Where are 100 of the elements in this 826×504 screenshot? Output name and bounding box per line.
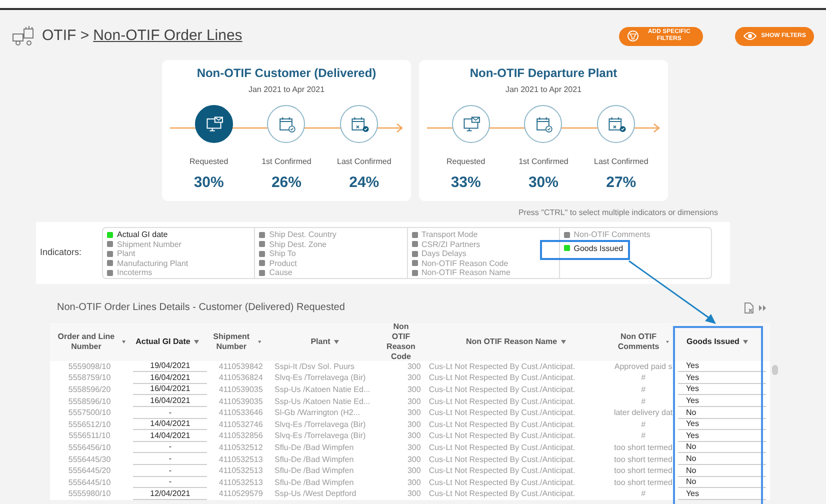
step-circle-button[interactable] — [195, 105, 234, 143]
indicator-option[interactable]: Shipment Number — [107, 240, 182, 249]
step-label: 1st Confirmed — [518, 156, 568, 168]
step-circle-button[interactable] — [524, 105, 562, 143]
table-cell-text: Sflu-De /Bad Wimpfen — [274, 478, 355, 488]
table-cell: Yes — [678, 372, 766, 384]
scrollbar[interactable] — [772, 365, 778, 375]
table-cell-text: Cus-Lt Not Respected By Cust./Anticipat. — [428, 408, 576, 418]
indicator-option[interactable]: Non-OTIF Reason Name — [412, 268, 510, 278]
table-cell: - — [133, 454, 208, 466]
step-circle-button[interactable] — [452, 105, 490, 143]
card-title: Non-OTIF Customer (Delivered) — [196, 65, 376, 82]
table-cell: 12/04/2021 — [133, 488, 208, 500]
indicator-option[interactable]: Actual GI date — [107, 230, 168, 240]
step-label: Requested — [189, 156, 228, 168]
table-cell: Yes — [678, 361, 766, 372]
step-circle-button[interactable] — [267, 105, 306, 143]
table-cell-text: # — [640, 431, 647, 442]
table-cell-text: 5559098/10 — [67, 362, 112, 372]
table-cell-text: 4110533646 — [218, 408, 264, 418]
table-cell-text: 5556445/30 — [67, 454, 112, 465]
step-circle-button[interactable] — [340, 105, 378, 143]
column-header[interactable]: Order and Line Number — [50, 332, 130, 352]
column-header[interactable]: Actual GI Date — [130, 337, 205, 347]
table-cell-text: too short termed — [613, 478, 674, 488]
table-cell-text: Slvq-Es /Torrelavega (Bir) — [274, 431, 367, 442]
table-title: Non-OTIF Order Lines Details - Customer (Delivered) Requested — [57, 301, 345, 315]
table-cell-text: # — [640, 396, 647, 407]
sort-caret-icon[interactable] — [743, 340, 748, 344]
table-cell-text: # — [640, 384, 647, 395]
indicator-option[interactable]: Plant — [107, 249, 136, 258]
table-cell-text: Slvq-Es /Torrelavega (Bir) — [274, 420, 367, 430]
table-cell-text: 4110532512 — [218, 442, 264, 453]
table-cell-text: Sl-Gb /Warrington (H2... — [274, 408, 362, 418]
column-header[interactable]: Non OTIF Reason Name — [421, 337, 611, 347]
step-label: Last Confirmed — [337, 156, 392, 168]
indicator-option[interactable]: Cause — [259, 268, 292, 278]
column-header[interactable]: Goods Issued — [673, 337, 762, 347]
sort-caret-icon[interactable] — [561, 340, 566, 344]
step-label: Last Confirmed — [594, 156, 648, 168]
table-cell: No — [678, 408, 766, 419]
step-percentage: 33% — [450, 173, 481, 193]
indicator-option[interactable]: Goods Issued — [564, 244, 624, 253]
breadcrumb-link[interactable]: Non-OTIF Order Lines — [93, 24, 242, 48]
step-label: Requested — [446, 156, 486, 168]
table-cell: - — [133, 442, 208, 454]
table-cell-text: too short termed — [613, 454, 674, 465]
excel-export-icon[interactable] — [743, 302, 755, 314]
table-cell-text: 4110529579 — [218, 489, 264, 500]
table-cell-text: too short termed — [613, 466, 674, 476]
indicator-option[interactable]: Manufacturing Plant — [107, 258, 188, 268]
sort-caret-icon[interactable] — [122, 340, 126, 344]
table-cell-text: 5558759/10 — [67, 373, 112, 384]
table-cell-text: # — [640, 489, 647, 500]
step-percentage: 30% — [528, 173, 558, 193]
indicator-option[interactable]: Non-OTIF Comments — [564, 230, 650, 240]
table-cell-text: Cus-Lt Not Respected By Cust./Anticipat. — [428, 466, 576, 476]
sort-caret-icon[interactable] — [334, 340, 340, 344]
table-cell-text: 5555980/10 — [67, 489, 112, 500]
column-header[interactable]: Plant — [265, 337, 385, 347]
table-cell-text: Cus-Lt Not Respected By Cust./Anticipat. — [428, 442, 576, 453]
hint-text: Press "CTRL" to select multiple indicators or dimensions — [517, 207, 719, 219]
table-cell-text: 4110536824 — [218, 373, 264, 384]
table-cell-text: too short termed — [613, 442, 674, 453]
indicator-option[interactable]: Product — [259, 258, 297, 268]
indicator-option[interactable]: Non-OTIF Reason Code — [412, 258, 508, 268]
table-cell: 19/04/2021 — [133, 361, 208, 372]
table-cell-text: 5557500/10 — [67, 408, 112, 418]
indicator-option[interactable]: Ship Dest. Zone — [259, 240, 327, 249]
table-cell: 16/04/2021 — [133, 396, 208, 408]
step-percentage: 24% — [349, 173, 380, 193]
step-label: 1st Confirmed — [262, 156, 312, 168]
indicator-option[interactable]: Days Delays — [412, 249, 466, 258]
table-cell: - — [133, 408, 208, 419]
table-cell-text: 4110532856 — [218, 431, 264, 442]
table-cell-text: 300 — [406, 384, 422, 395]
table-cell-text: Cus-Lt Not Respected By Cust./Anticipat. — [428, 362, 576, 372]
table-cell: 14/04/2021 — [133, 419, 208, 430]
table-cell: 16/04/2021 — [133, 384, 208, 396]
table-cell-text: 300 — [406, 431, 422, 442]
column-header[interactable]: Non OTIF Comments — [611, 332, 673, 352]
table-cell-text: 5556445/10 — [67, 478, 112, 488]
table-cell-text: 4110539035 — [218, 396, 264, 407]
column-header[interactable]: Shipment Number — [205, 332, 265, 352]
indicator-option[interactable]: Transport Mode — [412, 230, 478, 240]
indicator-option[interactable]: Ship To — [259, 249, 296, 258]
expand-icon[interactable] — [759, 304, 767, 310]
table-cell-text: Approved paid s — [613, 362, 674, 372]
table-cell-text: 4110532513 — [218, 466, 264, 476]
indicator-option[interactable]: Ship Dest. Country — [259, 230, 336, 240]
table-cell-text: 5556445/20 — [67, 466, 112, 476]
indicator-option[interactable]: CSR/ZI Partners — [412, 240, 480, 249]
table-cell: 14/04/2021 — [133, 430, 208, 442]
sort-caret-icon[interactable] — [666, 340, 669, 344]
sort-caret-icon[interactable] — [258, 340, 261, 344]
indicator-option[interactable]: Incoterms — [107, 268, 152, 278]
sort-caret-icon[interactable] — [194, 340, 200, 344]
step-circle-button[interactable] — [596, 105, 635, 143]
column-header[interactable]: Non OTIF Reason Code — [385, 322, 421, 362]
table-cell-text: Cus-Lt Not Respected By Cust./Anticipat. — [428, 489, 576, 500]
